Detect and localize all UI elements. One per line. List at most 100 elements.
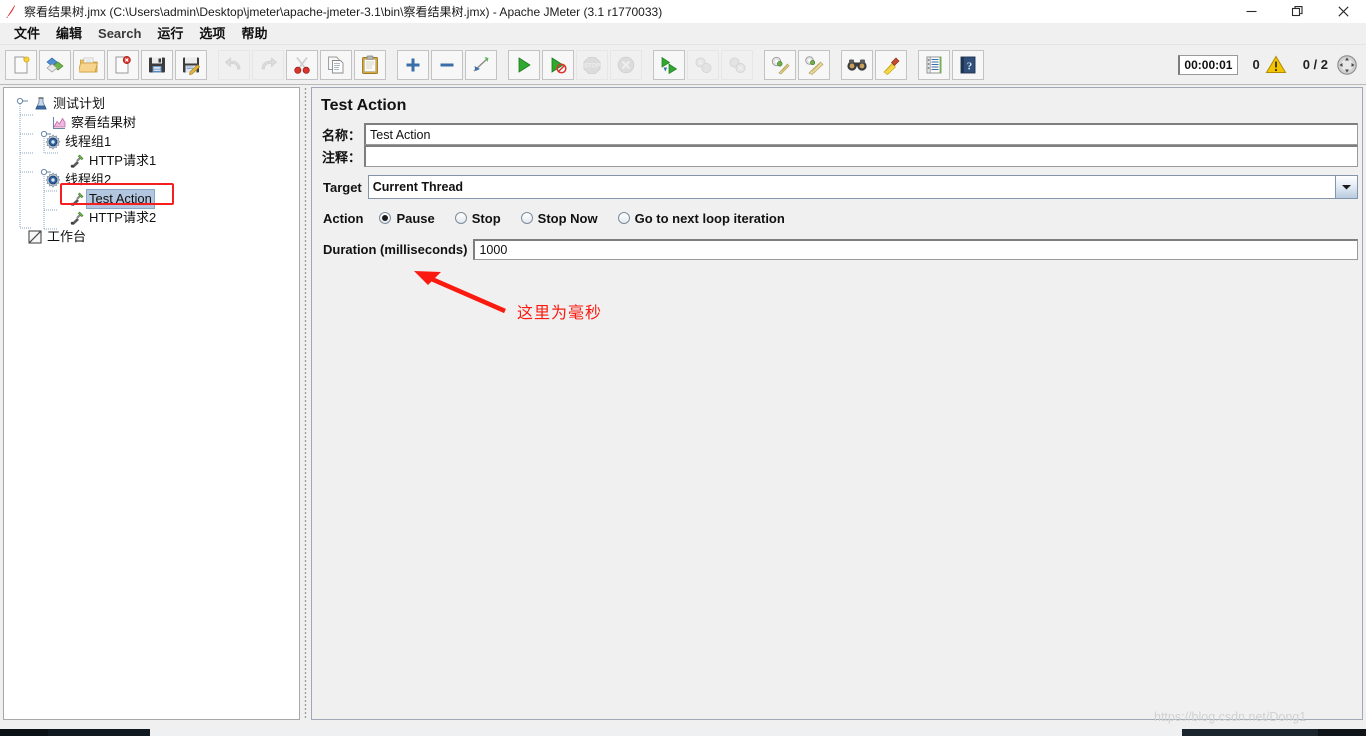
thread-group-icon — [44, 171, 62, 189]
taskbar-segment — [1182, 729, 1318, 736]
thread-group-icon — [44, 133, 62, 151]
toolbar-undo — [218, 49, 250, 80]
toolbar-templates[interactable] — [39, 49, 71, 80]
menu-run[interactable]: 运行 — [149, 24, 191, 44]
toolbar-shutdown — [610, 49, 642, 80]
test-plan-tree[interactable]: 测试计划 察看结果树 线程组1 HTTP请求1 线程组2 Test Action… — [3, 87, 300, 720]
tree-node-thread-group-1[interactable]: 线程组1 — [10, 132, 299, 151]
tree-node-label: Test Action — [86, 188, 155, 209]
toolbar-paste[interactable] — [354, 49, 386, 80]
svg-text:STOP: STOP — [584, 63, 600, 69]
action-radio-group: Pause Stop Stop Now Go to next loop iter… — [379, 211, 804, 226]
tree-node-label: 线程组1 — [65, 134, 112, 149]
toolbar-copy[interactable] — [320, 49, 352, 80]
sampler-icon — [68, 209, 86, 227]
radio-stop[interactable]: Stop — [454, 210, 501, 226]
tree-node-view-results[interactable]: 察看结果树 — [10, 113, 299, 132]
elapsed-time: 00:00:01 — [1178, 54, 1239, 75]
toolbar-function-helper[interactable] — [918, 49, 950, 80]
close-icon[interactable] — [1320, 0, 1366, 23]
duration-input[interactable]: 1000 — [473, 239, 1358, 260]
toolbar-new[interactable] — [5, 49, 37, 80]
radio-dot-icon — [454, 212, 467, 224]
toolbar-toggle[interactable] — [465, 49, 497, 80]
expand-arrows-icon[interactable] — [1336, 54, 1358, 76]
toolbar-collapse-all[interactable] — [431, 49, 463, 80]
toolbar-save-as[interactable] — [175, 49, 207, 80]
chevron-down-icon[interactable] — [1335, 176, 1357, 198]
toolbar-save[interactable] — [141, 49, 173, 80]
toolbar-start[interactable] — [508, 49, 540, 80]
toolbar-clear-all[interactable] — [798, 49, 830, 80]
toolbar-remote-start-all[interactable] — [653, 49, 685, 80]
jmeter-window: 察看结果树.jmx (C:\Users\admin\Desktop\jmeter… — [0, 0, 1366, 736]
annotation-text: 这里为毫秒 — [517, 305, 603, 322]
minimize-icon[interactable] — [1228, 0, 1274, 23]
toolbar-stop: STOP — [576, 49, 608, 80]
tree-node-label: 线程组2 — [65, 172, 112, 187]
jmeter-feather-icon — [0, 0, 22, 23]
radio-label: Stop Now — [537, 210, 598, 226]
radio-dot-icon — [617, 212, 630, 224]
restore-icon[interactable] — [1274, 0, 1320, 23]
sampler-icon — [68, 152, 86, 170]
error-count: 0 — [1252, 57, 1260, 72]
menu-help[interactable]: 帮助 — [233, 24, 275, 44]
sampler-icon — [68, 190, 86, 208]
action-row: Action Pause Stop Stop Now Go to next lo… — [316, 208, 1358, 228]
name-label: 名称： — [316, 123, 364, 145]
tree-node-label: HTTP请求2 — [89, 210, 157, 225]
toolbar-search-reset[interactable] — [875, 49, 907, 80]
tree-node-http-request-2[interactable]: HTTP请求2 — [10, 208, 299, 227]
radio-dot-icon — [520, 212, 533, 224]
target-row: Target Current Thread — [316, 175, 1358, 199]
menu-options[interactable]: 选项 — [191, 24, 233, 44]
split-divider[interactable] — [301, 87, 310, 720]
toolbar-start-no-pause[interactable] — [542, 49, 574, 80]
menu-file[interactable]: 文件 — [6, 24, 48, 44]
tree-node-thread-group-2[interactable]: 线程组2 — [10, 170, 299, 189]
radio-pause[interactable]: Pause — [379, 211, 435, 226]
toolbar-separator — [499, 50, 508, 80]
menu-edit[interactable]: 编辑 — [48, 24, 90, 44]
radio-go-next-loop[interactable]: Go to next loop iteration — [617, 211, 785, 226]
toolbar-remote-shutdown-all — [721, 49, 753, 80]
toolbar-clear[interactable] — [764, 49, 796, 80]
tree-node-test-plan[interactable]: 测试计划 — [10, 94, 299, 113]
target-selected-value: Current Thread — [368, 176, 1335, 198]
warning-triangle-icon[interactable] — [1265, 55, 1287, 74]
svg-text:?: ? — [967, 60, 973, 72]
toolbar-open[interactable] — [73, 49, 105, 80]
action-label: Action — [323, 210, 364, 226]
toolbar-cut[interactable] — [286, 49, 318, 80]
toolbar-close[interactable] — [107, 49, 139, 80]
radio-stop-now[interactable]: Stop Now — [520, 210, 598, 226]
window-controls — [1228, 0, 1366, 23]
target-label: Target — [323, 179, 362, 195]
toolbar-separator — [755, 50, 764, 80]
radio-label: Stop — [471, 210, 501, 226]
name-row: 名称： Test Action — [316, 123, 1358, 145]
toolbar-separator — [644, 50, 653, 80]
comment-input[interactable] — [364, 145, 1358, 167]
toolbar-redo — [252, 49, 284, 80]
page-title: Test Action — [321, 97, 407, 114]
toolbar-separator — [832, 50, 841, 80]
tree-node-http-request-1[interactable]: HTTP请求1 — [10, 151, 299, 170]
divider-grip — [304, 87, 307, 720]
windows-taskbar — [0, 729, 1366, 736]
watermark: https://blog.csdn.net/Dong1 — [1154, 710, 1307, 724]
toolbar-search[interactable] — [841, 49, 873, 80]
toolbar-status-area: 00:00:01 0 0 / 2 — [1178, 54, 1366, 76]
toolbar-expand-all[interactable] — [397, 49, 429, 80]
toolbar-separator — [209, 50, 218, 80]
tree-node-label: HTTP请求1 — [89, 153, 157, 168]
main-split-pane: 测试计划 察看结果树 线程组1 HTTP请求1 线程组2 Test Action… — [0, 85, 1366, 725]
target-select[interactable]: Current Thread — [367, 175, 1358, 199]
name-input[interactable]: Test Action — [364, 123, 1358, 145]
tree-node-test-action[interactable]: Test Action — [10, 188, 299, 209]
menu-search[interactable]: Search — [90, 24, 149, 44]
tree-content: 测试计划 察看结果树 线程组1 HTTP请求1 线程组2 Test Action… — [4, 88, 299, 246]
tree-node-workbench[interactable]: 工作台 — [10, 227, 299, 246]
toolbar-help[interactable]: ? — [952, 49, 984, 80]
